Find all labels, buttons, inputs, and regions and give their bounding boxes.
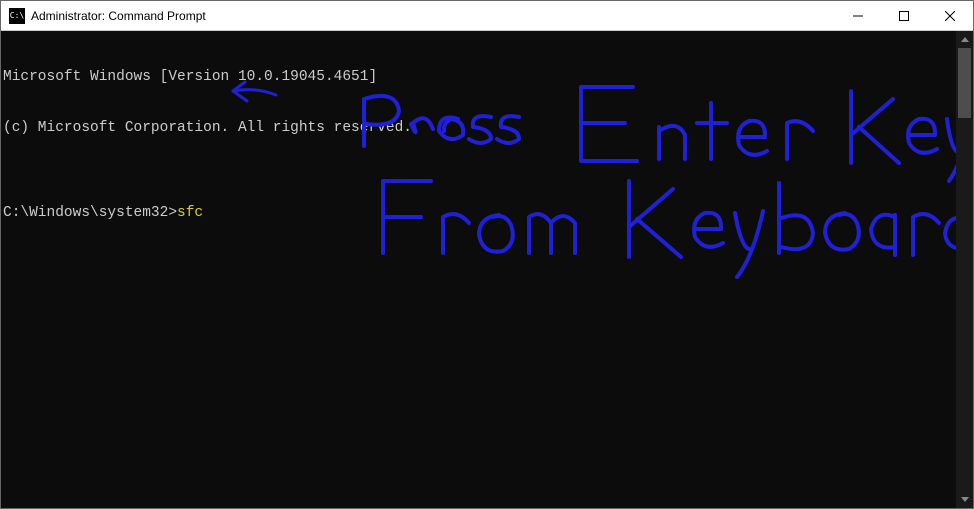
- terminal-line-copyright: (c) Microsoft Corporation. All rights re…: [3, 120, 956, 137]
- terminal-prompt: C:\Windows\system32>: [3, 205, 177, 221]
- scroll-up-button[interactable]: [956, 31, 973, 48]
- close-icon: [945, 11, 955, 21]
- scroll-track[interactable]: [956, 48, 973, 491]
- titlebar[interactable]: C:\ Administrator: Command Prompt: [1, 1, 973, 31]
- scroll-down-button[interactable]: [956, 491, 973, 508]
- terminal-prompt-line: C:\Windows\system32>sfc: [3, 205, 956, 222]
- handwritten-annotation: [1, 31, 956, 501]
- client-area: Microsoft Windows [Version 10.0.19045.46…: [1, 31, 973, 508]
- cmd-icon: C:\: [9, 8, 25, 24]
- window-title: Administrator: Command Prompt: [31, 9, 206, 23]
- maximize-icon: [899, 11, 909, 21]
- close-button[interactable]: [927, 1, 973, 30]
- cmd-icon-glyph: C:\: [10, 12, 24, 20]
- chevron-up-icon: [961, 37, 969, 42]
- terminal[interactable]: Microsoft Windows [Version 10.0.19045.46…: [1, 31, 956, 508]
- minimize-icon: [853, 11, 863, 21]
- maximize-button[interactable]: [881, 1, 927, 30]
- minimize-button[interactable]: [835, 1, 881, 30]
- terminal-line-version: Microsoft Windows [Version 10.0.19045.46…: [3, 69, 956, 86]
- annotation-word-keyboard: [629, 181, 956, 277]
- vertical-scrollbar[interactable]: [956, 31, 973, 508]
- terminal-command: sfc: [177, 205, 203, 221]
- command-prompt-window: C:\ Administrator: Command Prompt Micros…: [0, 0, 974, 509]
- scroll-thumb[interactable]: [958, 48, 971, 118]
- chevron-down-icon: [961, 497, 969, 502]
